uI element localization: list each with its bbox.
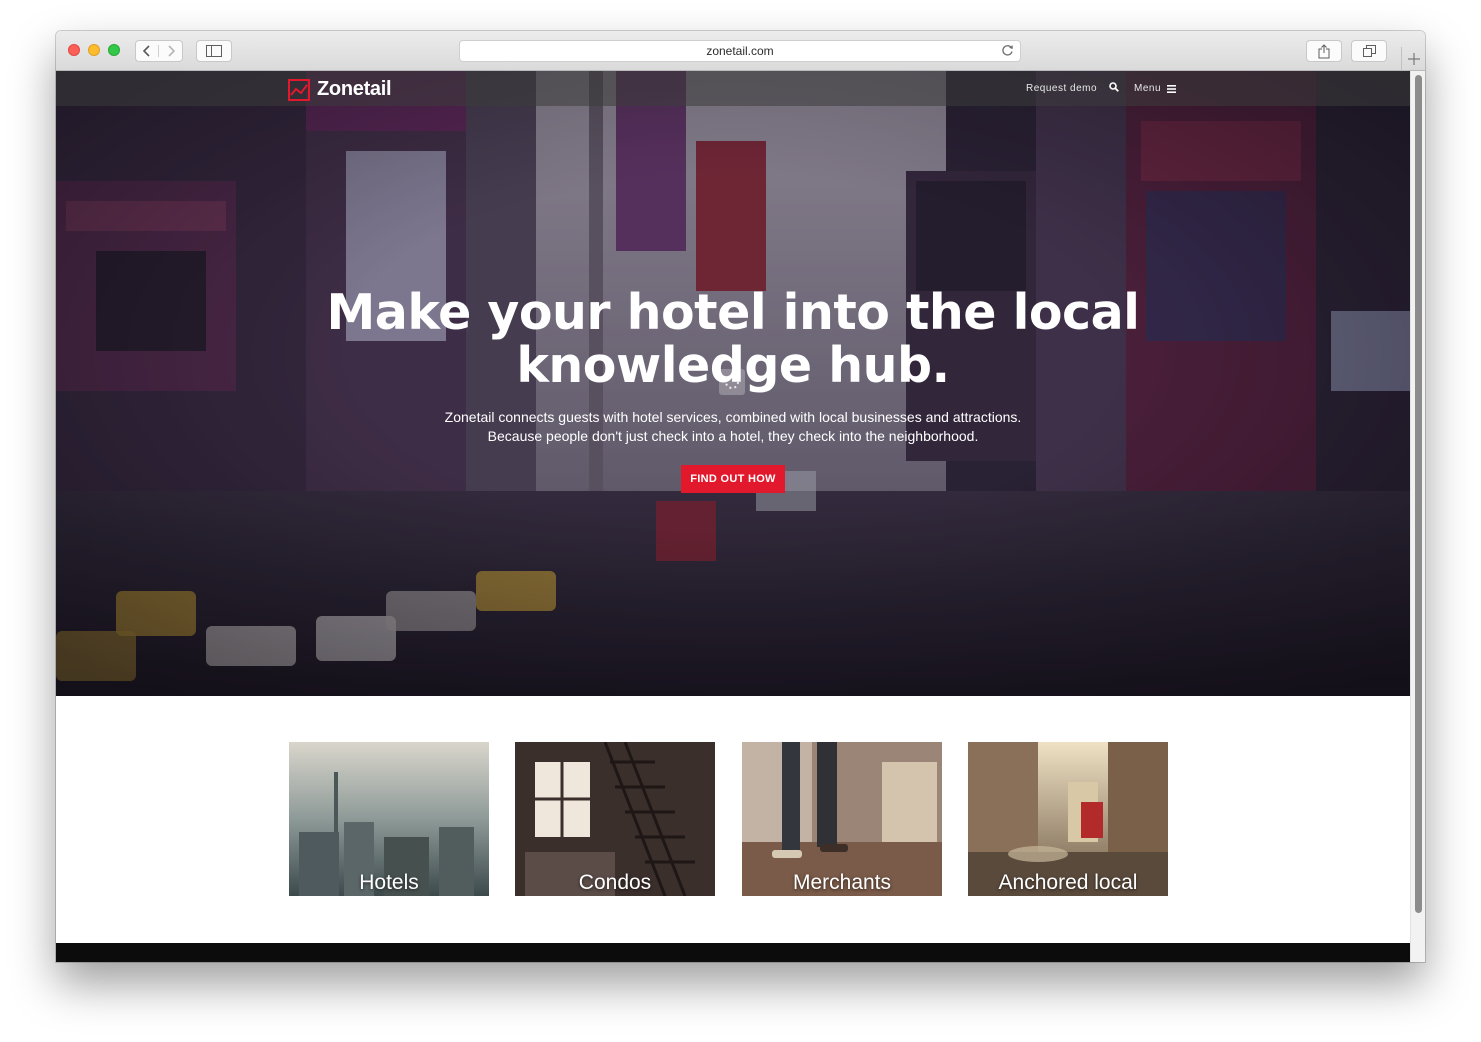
menu-button[interactable]: Menu: [1134, 83, 1177, 94]
hero-subheadline: Zonetail connects guests with hotel serv…: [376, 408, 1090, 446]
plus-icon: [1407, 53, 1420, 65]
sidebar-button[interactable]: [196, 40, 232, 62]
close-window-button[interactable]: [68, 44, 80, 56]
card-condos[interactable]: Condos: [515, 742, 715, 896]
card-anchored-local[interactable]: Anchored local: [968, 742, 1168, 896]
share-icon: [1318, 43, 1330, 58]
hero-subheadline-line-2: Because people don't just check into a h…: [487, 428, 979, 444]
card-label: Hotels: [359, 871, 419, 894]
card-hotels[interactable]: Hotels: [289, 742, 489, 896]
card-label: Anchored local: [998, 871, 1138, 894]
menu-label: Menu: [1134, 83, 1162, 94]
loading-spinner-icon: [719, 369, 745, 395]
card-label: Merchants: [792, 871, 892, 894]
page-viewport: Zonetail Request demo Menu Make your hot…: [56, 71, 1410, 962]
hamburger-icon: [1167, 84, 1177, 93]
vertical-scrollbar[interactable]: [1410, 71, 1425, 962]
url-text: zonetail.com: [706, 44, 774, 58]
card-merchants[interactable]: Merchants: [742, 742, 942, 896]
chevron-left-icon: [143, 45, 150, 57]
tabs-overview-button[interactable]: [1351, 40, 1387, 62]
browser-toolbar: zonetail.com: [56, 31, 1425, 71]
back-forward-buttons: [135, 40, 183, 62]
minimize-window-button[interactable]: [88, 44, 100, 56]
back-button[interactable]: [136, 45, 160, 57]
new-tab-button[interactable]: [1401, 47, 1425, 71]
card-label: Condos: [578, 871, 652, 894]
request-demo-link[interactable]: Request demo: [1026, 83, 1097, 94]
zonetail-logo-icon: [288, 78, 310, 101]
share-button[interactable]: [1306, 40, 1342, 62]
search-icon[interactable]: [1109, 82, 1119, 95]
hero-subheadline-line-1: Zonetail connects guests with hotel serv…: [444, 409, 1022, 425]
browser-window: zonetail.com Zonetail Request demo Menu …: [56, 31, 1425, 962]
tabs-icon: [1362, 45, 1376, 57]
find-out-how-button[interactable]: FIND OUT HOW: [681, 465, 785, 493]
brand-name: Zonetail: [317, 78, 392, 100]
address-bar[interactable]: zonetail.com: [459, 40, 1021, 62]
brand-logo[interactable]: Zonetail: [288, 78, 392, 101]
sidebar-icon: [206, 45, 222, 57]
scrollbar-thumb[interactable]: [1415, 75, 1422, 913]
forward-button[interactable]: [159, 45, 182, 57]
chevron-right-icon: [167, 45, 175, 57]
site-header: Zonetail Request demo Menu: [56, 71, 1410, 106]
hero-section: Zonetail Request demo Menu Make your hot…: [56, 71, 1410, 696]
zoom-window-button[interactable]: [108, 44, 120, 56]
footer-bar: [56, 943, 1410, 962]
reload-icon[interactable]: [1001, 44, 1014, 60]
